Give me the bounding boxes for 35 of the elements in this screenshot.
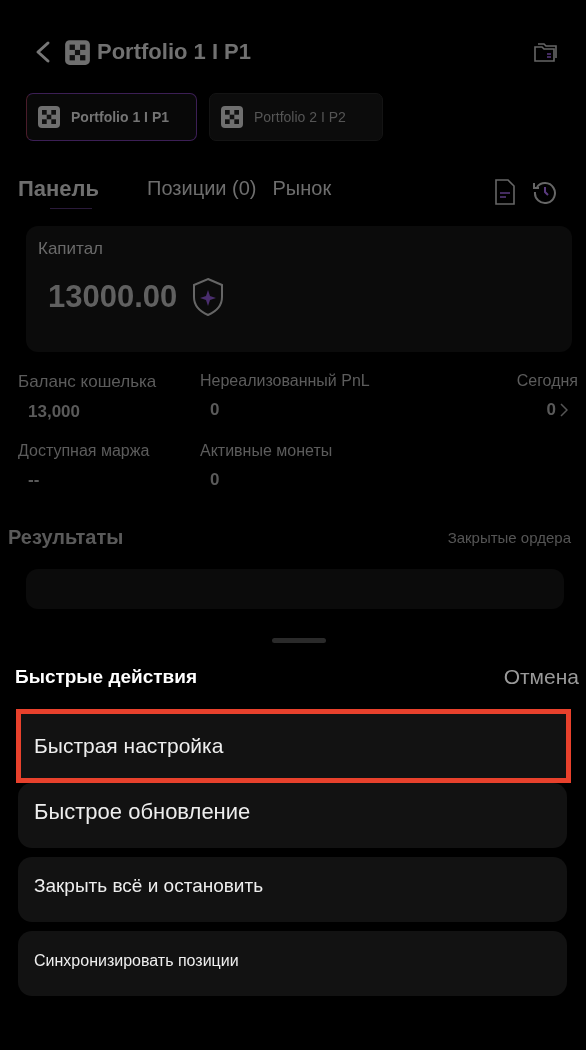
checker-logo-icon: [220, 105, 244, 129]
stat-label: Сегодня: [515, 372, 578, 390]
chevron-right-icon[interactable]: [560, 402, 568, 418]
stat-label: Активные монеты: [200, 442, 334, 460]
tab[interactable]: Рынок: [272, 177, 332, 207]
stat-value: 0: [210, 470, 220, 490]
cancel-button[interactable]: Отмена: [503, 665, 579, 689]
stat-value: 0: [210, 400, 220, 420]
back-icon[interactable]: [34, 40, 52, 64]
portfolio-chip[interactable]: Portfolio 1 I P1: [26, 93, 197, 141]
tab[interactable]: Панель: [18, 175, 100, 209]
stat-label: Баланс кошелька: [18, 372, 158, 392]
sheet-handle[interactable]: [271, 638, 326, 643]
action-item[interactable]: Синхронизировать позиции: [18, 931, 567, 996]
stat-value: --: [28, 470, 40, 490]
stat-label: Доступная маржа: [18, 442, 151, 460]
tab[interactable]: Позиции (0): [147, 177, 257, 207]
stat-value: 0: [546, 400, 556, 420]
capital-value: 13000.00: [48, 279, 178, 315]
stat-value: 13,000: [28, 402, 80, 422]
checker-logo-icon: [37, 105, 61, 129]
section-title: Результаты: [8, 526, 124, 549]
folder-icon[interactable]: [532, 40, 558, 64]
closed-orders-link[interactable]: Закрытые ордера: [447, 529, 571, 546]
document-icon[interactable]: [494, 178, 516, 206]
history-icon[interactable]: [532, 179, 558, 205]
stat-label: Нереализованный PnL: [200, 372, 371, 390]
page-title: Portfolio 1 I P1: [97, 39, 252, 65]
capital-label: Капитал: [38, 239, 105, 259]
action-item[interactable]: Закрыть всё и остановить: [18, 857, 567, 922]
action-item[interactable]: Быстрое обновление: [18, 783, 567, 848]
action-item[interactable]: Быстрая настройка: [16, 709, 571, 783]
shield-icon: [191, 277, 226, 317]
sheet-title: Быстрые действия: [15, 666, 198, 688]
checker-logo-icon: [64, 38, 91, 66]
